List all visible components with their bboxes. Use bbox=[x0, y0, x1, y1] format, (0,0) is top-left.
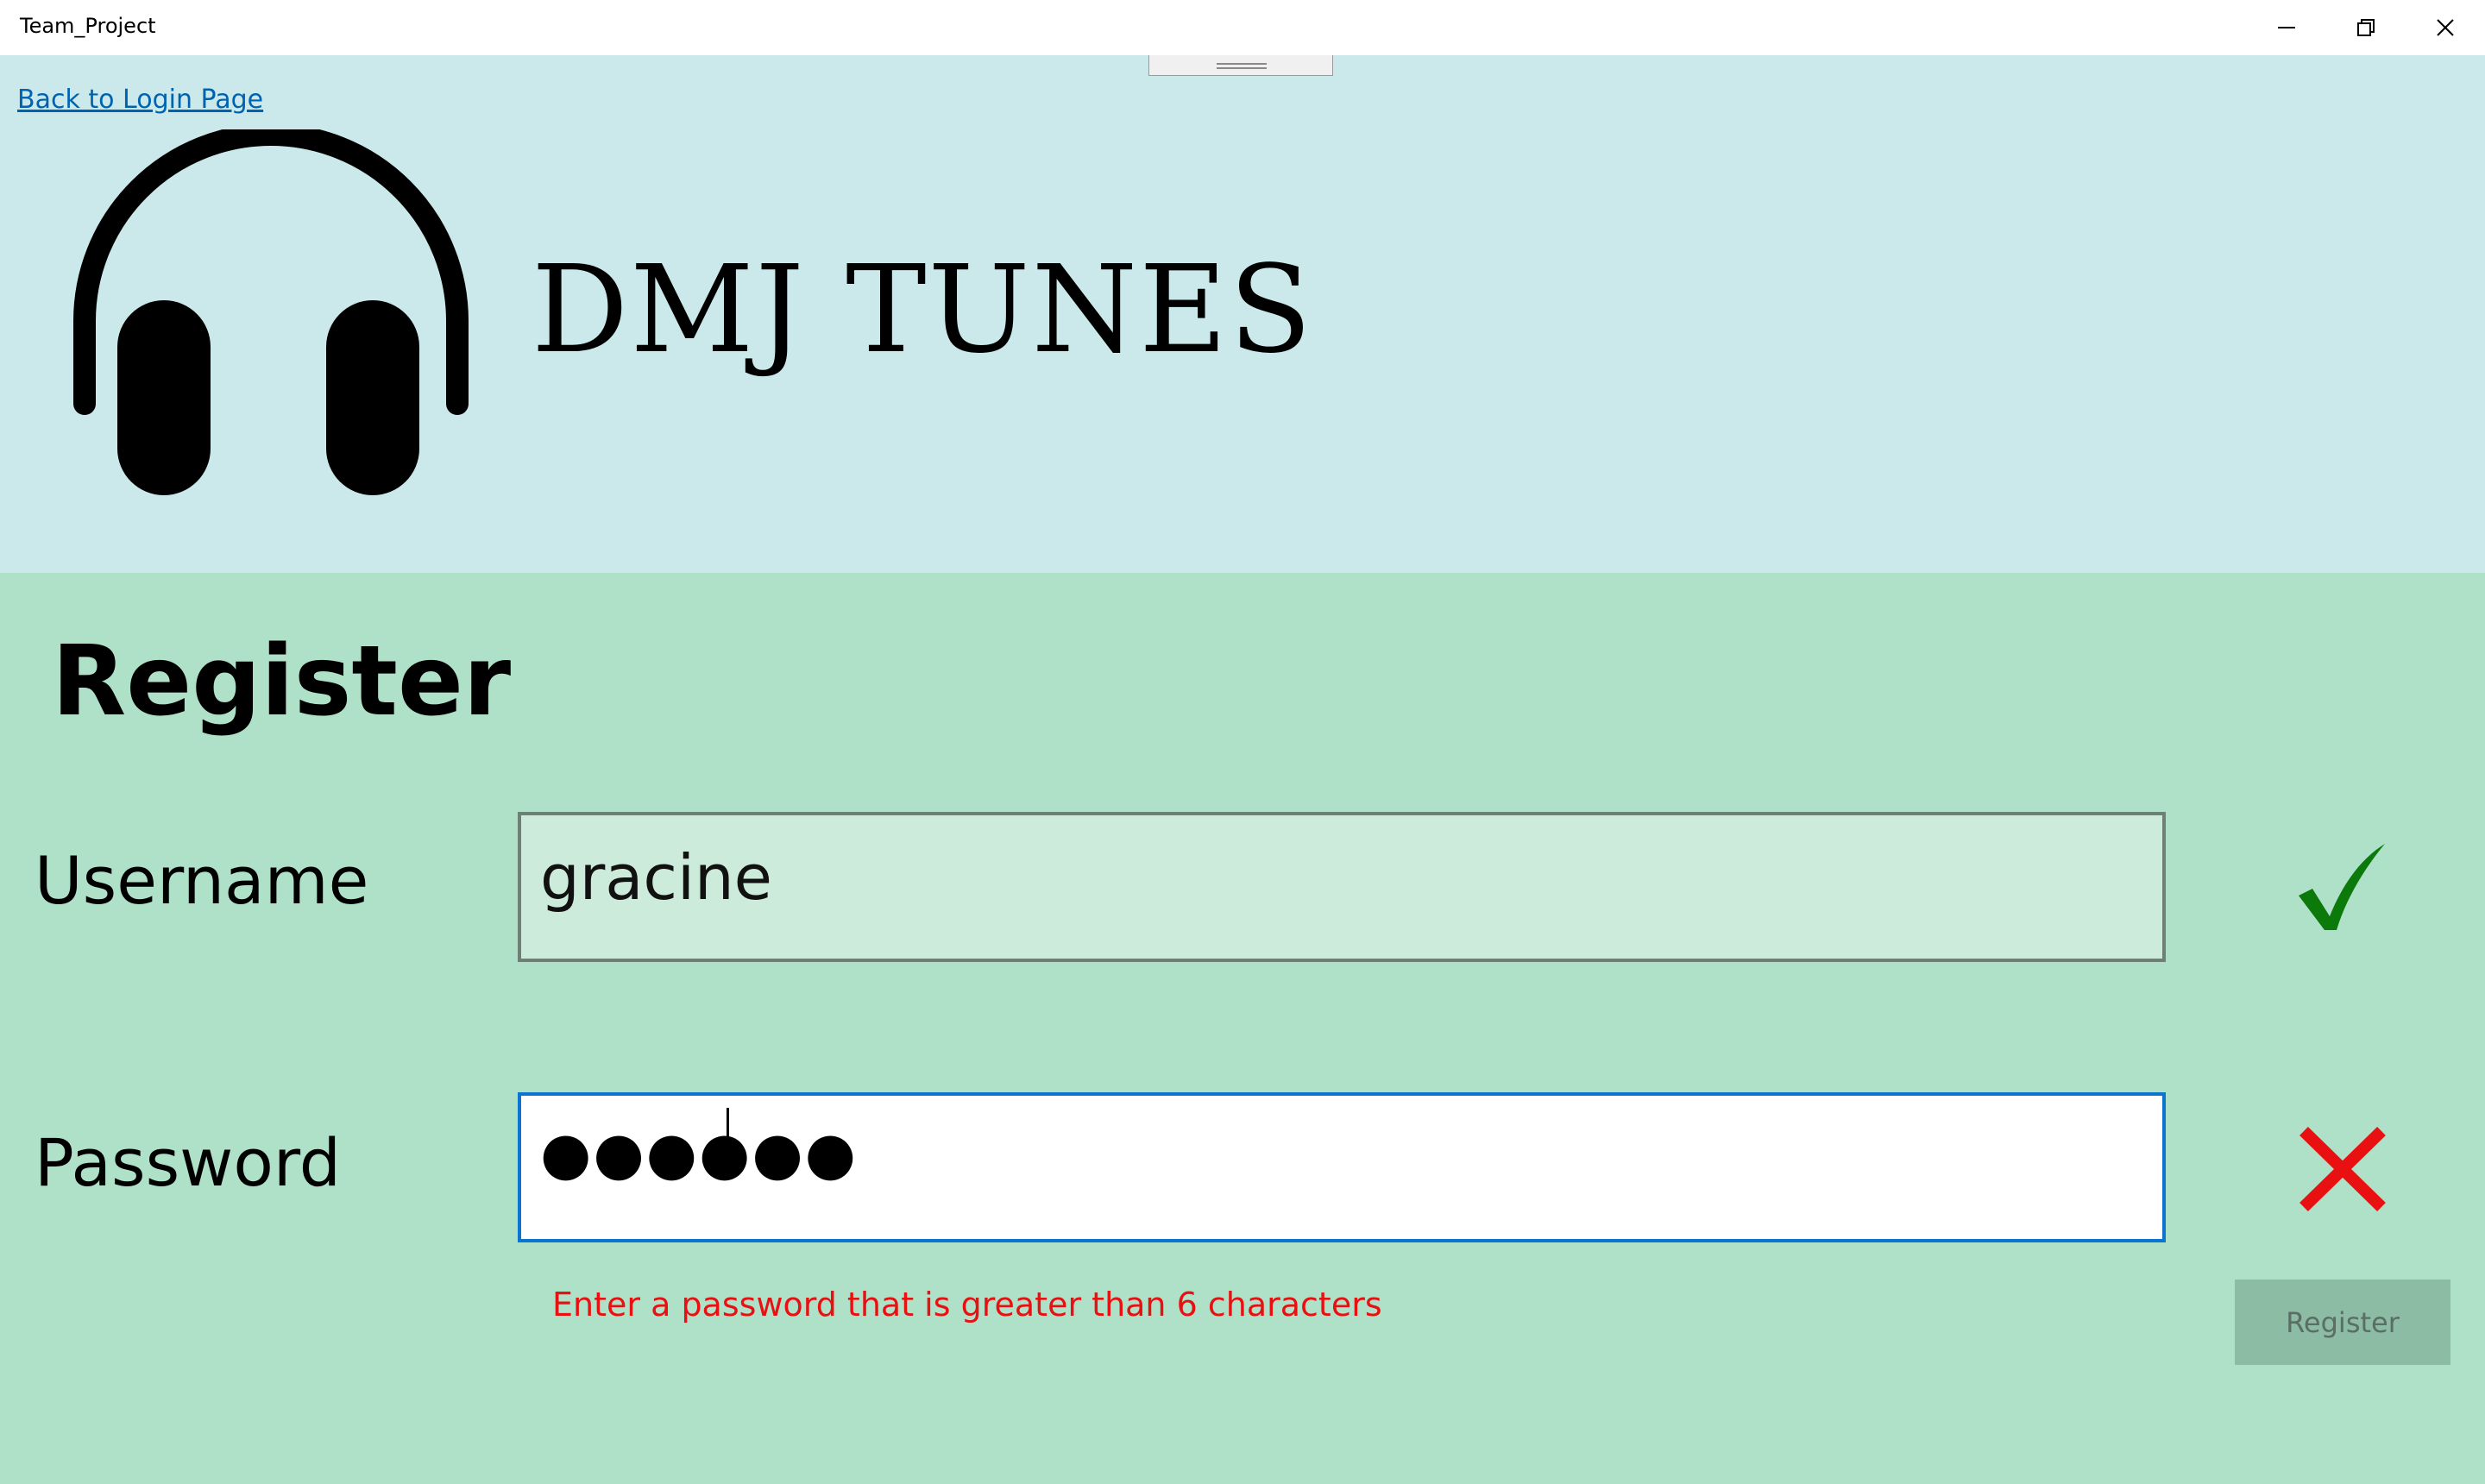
grip-line bbox=[1217, 67, 1267, 69]
brand-title: DMJ TUNES bbox=[532, 240, 1314, 380]
restore-button[interactable] bbox=[2326, 0, 2406, 55]
register-button[interactable]: Register bbox=[2235, 1280, 2450, 1365]
close-button[interactable] bbox=[2406, 0, 2485, 55]
minimize-icon bbox=[2278, 27, 2295, 28]
username-value: gracine bbox=[540, 841, 772, 914]
pane-drag-handle[interactable] bbox=[1148, 55, 1333, 76]
username-input[interactable]: gracine bbox=[518, 812, 2166, 962]
password-error-message: Enter a password that is greater than 6 … bbox=[552, 1286, 1382, 1324]
grip-line bbox=[1217, 63, 1267, 65]
text-caret bbox=[727, 1108, 729, 1177]
back-to-login-link[interactable]: Back to Login Page bbox=[17, 85, 263, 115]
title-bar: Team_Project bbox=[0, 0, 2485, 55]
check-icon bbox=[2299, 844, 2385, 930]
password-input[interactable]: ●●●●●● bbox=[518, 1092, 2166, 1242]
password-value: ●●●●●● bbox=[540, 1120, 859, 1188]
password-label: Password bbox=[35, 1124, 341, 1201]
page-title: Register bbox=[52, 626, 512, 738]
close-icon bbox=[2437, 19, 2454, 36]
minimize-button[interactable] bbox=[2247, 0, 2326, 55]
window-title: Team_Project bbox=[20, 14, 156, 38]
x-icon bbox=[2299, 1126, 2386, 1212]
username-label: Username bbox=[35, 842, 369, 919]
headphones-icon bbox=[73, 129, 469, 495]
restore-icon bbox=[2357, 19, 2375, 36]
